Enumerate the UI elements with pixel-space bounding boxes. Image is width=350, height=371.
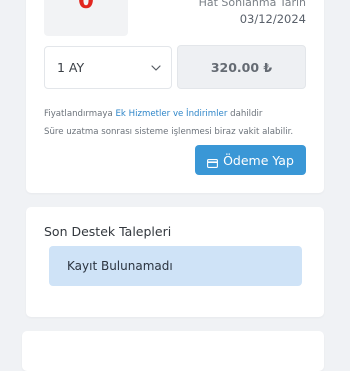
- price-value: 320.00 ₺: [210, 59, 273, 75]
- expiry-date: 03/12/2024: [239, 12, 306, 26]
- credit-card-icon: [207, 156, 219, 168]
- remaining-counter-value: 0: [77, 0, 94, 14]
- next-card: [22, 331, 324, 371]
- pay-button-label: Ödeme Yap: [223, 152, 294, 168]
- pricing-note-suffix: dahildir: [227, 109, 263, 119]
- expiry-label: Hat Sonlanma Tarih: [198, 0, 306, 9]
- remaining-counter-box: 0: [44, 0, 128, 36]
- duration-select-value: 1 AY: [57, 60, 85, 75]
- empty-state-alert: Kayıt Bulunamadı: [49, 246, 302, 286]
- support-title: Son Destek Talepleri: [44, 224, 172, 239]
- pay-button[interactable]: Ödeme Yap: [195, 145, 306, 175]
- pricing-note: Fiyatlandırmaya Ek Hizmetler ve İndiriml…: [44, 109, 262, 119]
- extra-services-link[interactable]: Ek Hizmetler ve İndirimler: [115, 109, 227, 119]
- chevron-down-icon: [151, 63, 161, 73]
- price-display: 320.00 ₺: [177, 45, 306, 89]
- extension-note: Süre uzatma sonrası sisteme işlenmesi bi…: [44, 127, 294, 137]
- duration-select[interactable]: 1 AY: [44, 46, 172, 89]
- empty-state-message: Kayıt Bulunamadı: [67, 259, 173, 273]
- pricing-note-prefix: Fiyatlandırmaya: [44, 109, 116, 119]
